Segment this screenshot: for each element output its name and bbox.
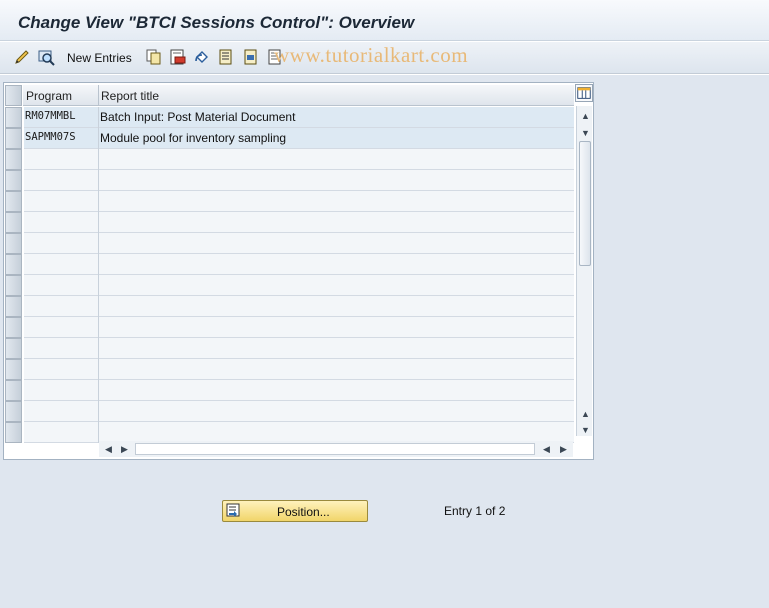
table-row[interactable] <box>24 317 574 338</box>
column-divider <box>98 359 99 380</box>
scroll-page-down-icon[interactable]: ▼ <box>581 425 590 435</box>
table-row[interactable] <box>24 254 574 275</box>
row-selector[interactable] <box>5 149 22 170</box>
column-divider <box>98 85 99 106</box>
column-divider <box>98 296 99 317</box>
row-selector[interactable] <box>5 338 22 359</box>
row-selector[interactable] <box>5 359 22 380</box>
horizontal-scroll-thumb[interactable] <box>135 443 535 455</box>
table-row[interactable] <box>24 359 574 380</box>
column-divider <box>98 401 99 422</box>
column-divider <box>98 338 99 359</box>
table-settings-icon[interactable] <box>575 84 593 102</box>
cell-program[interactable]: RM07MMBL <box>25 110 76 122</box>
column-divider <box>98 275 99 296</box>
row-selector[interactable] <box>5 170 22 191</box>
main-area: Program Report title RM07MMBL Batch Input… <box>0 75 769 608</box>
column-divider <box>98 380 99 401</box>
row-selector[interactable] <box>5 254 22 275</box>
select-all-icon[interactable] <box>217 48 235 66</box>
table-row[interactable] <box>24 338 574 359</box>
vertical-scrollbar[interactable]: ▲ ▼ ▲ ▼ <box>576 106 592 436</box>
column-divider <box>98 212 99 233</box>
column-divider <box>98 149 99 170</box>
undo-change-icon[interactable] <box>193 48 211 66</box>
scroll-left-icon[interactable]: ◀ <box>105 444 112 454</box>
row-selector[interactable] <box>5 128 22 149</box>
cell-report-title[interactable]: Batch Input: Post Material Document <box>100 110 295 124</box>
scroll-far-right-icon[interactable]: ▶ <box>560 444 567 454</box>
column-divider <box>98 254 99 275</box>
table-row[interactable] <box>24 401 574 422</box>
column-divider <box>98 422 99 443</box>
application-toolbar: New Entries www.tutorialkart.com <box>0 42 769 74</box>
find-icon[interactable] <box>37 48 55 66</box>
row-selector[interactable] <box>5 296 22 317</box>
table-row[interactable] <box>24 380 574 401</box>
position-button[interactable]: Position... <box>222 500 368 522</box>
table-row[interactable] <box>24 191 574 212</box>
table-row[interactable]: SAPMM07S Module pool for inventory sampli… <box>24 128 574 149</box>
row-selector[interactable] <box>5 380 22 401</box>
column-divider <box>98 107 99 128</box>
position-button-label: Position... <box>277 505 330 519</box>
table-row[interactable]: RM07MMBL Batch Input: Post Material Docum… <box>24 107 574 128</box>
table-row[interactable] <box>24 275 574 296</box>
row-selector[interactable] <box>5 212 22 233</box>
column-divider <box>98 191 99 212</box>
vertical-scroll-thumb[interactable] <box>579 141 591 266</box>
table-row[interactable] <box>24 296 574 317</box>
row-selector[interactable] <box>5 401 22 422</box>
cell-report-title[interactable]: Module pool for inventory sampling <box>100 131 286 145</box>
table-row[interactable] <box>24 422 574 443</box>
table-row[interactable] <box>24 170 574 191</box>
table-row[interactable] <box>24 233 574 254</box>
title-bar: Change View "BTCI Sessions Control": Ove… <box>0 0 769 41</box>
row-selector[interactable] <box>5 422 22 443</box>
scroll-far-left-icon[interactable]: ◀ <box>543 444 550 454</box>
column-divider <box>98 233 99 254</box>
watermark: www.tutorialkart.com <box>274 43 469 67</box>
position-icon <box>226 503 240 517</box>
cell-program[interactable]: SAPMM07S <box>25 131 76 143</box>
table-row[interactable] <box>24 149 574 170</box>
scroll-right-icon[interactable]: ▶ <box>121 444 128 454</box>
row-selector[interactable] <box>5 107 22 128</box>
row-selector[interactable] <box>5 275 22 296</box>
new-entries-button[interactable]: New Entries <box>67 51 132 65</box>
column-divider <box>98 170 99 191</box>
horizontal-scrollbar[interactable]: ◀ ▶ ◀ ▶ <box>99 441 573 457</box>
change-display-icon[interactable] <box>13 48 31 66</box>
table-control: Program Report title RM07MMBL Batch Input… <box>3 82 594 460</box>
column-divider <box>98 128 99 149</box>
scroll-up-icon[interactable]: ▲ <box>581 111 590 121</box>
column-header-program[interactable]: Program <box>26 89 72 103</box>
table-header: Program Report title <box>23 85 574 106</box>
select-block-icon[interactable] <box>242 48 260 66</box>
row-selector[interactable] <box>5 317 22 338</box>
select-all-cell[interactable] <box>5 85 22 106</box>
scroll-down-icon[interactable]: ▼ <box>581 128 590 138</box>
scroll-page-up-icon[interactable]: ▲ <box>581 409 590 419</box>
delete-icon[interactable] <box>169 48 187 66</box>
copy-as-icon[interactable] <box>145 48 163 66</box>
row-selector[interactable] <box>5 233 22 254</box>
entry-counter: Entry 1 of 2 <box>444 504 506 518</box>
page-title: Change View "BTCI Sessions Control": Ove… <box>18 13 415 32</box>
column-header-report-title[interactable]: Report title <box>101 89 159 103</box>
column-divider <box>98 317 99 338</box>
table-row[interactable] <box>24 212 574 233</box>
row-selector[interactable] <box>5 191 22 212</box>
